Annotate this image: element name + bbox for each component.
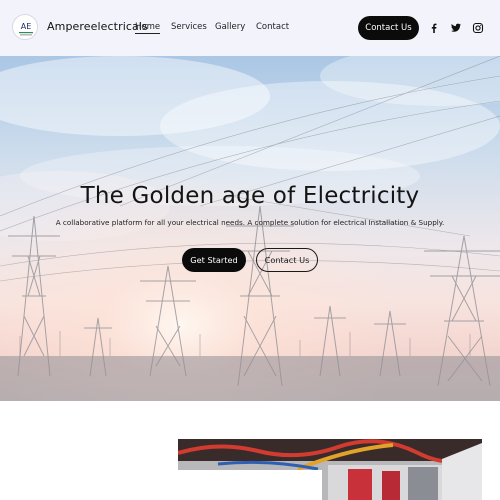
hero-title: The Golden age of Electricity [80, 183, 420, 209]
instagram-icon[interactable] [472, 22, 484, 34]
nav-home[interactable]: Home [135, 22, 161, 34]
hero-contact-button[interactable]: Contact Us [256, 248, 318, 272]
power-lines-background-image [0, 56, 500, 401]
logo-mark-icon: AE [14, 16, 37, 39]
nav-gallery[interactable]: Gallery [215, 22, 245, 32]
header-contact-button[interactable]: Contact Us [358, 16, 419, 40]
section-intro-card [54, 470, 322, 500]
brand-logo[interactable]: AE [12, 14, 38, 40]
get-started-button[interactable]: Get Started [182, 248, 246, 272]
site-header: AE Ampereelectricals Home Services Galle… [0, 0, 500, 56]
nav-contact[interactable]: Contact [256, 22, 289, 32]
facebook-icon[interactable] [428, 22, 440, 34]
nav-services[interactable]: Services [171, 22, 207, 32]
twitter-icon[interactable] [450, 22, 462, 34]
brand-name[interactable]: Ampereelectricals [47, 20, 148, 33]
hero-section: The Golden age of Electricity A collabor… [0, 56, 500, 401]
hero-subtitle: A collaborative platform for all your el… [55, 218, 445, 227]
logo-text: AE [21, 22, 32, 31]
